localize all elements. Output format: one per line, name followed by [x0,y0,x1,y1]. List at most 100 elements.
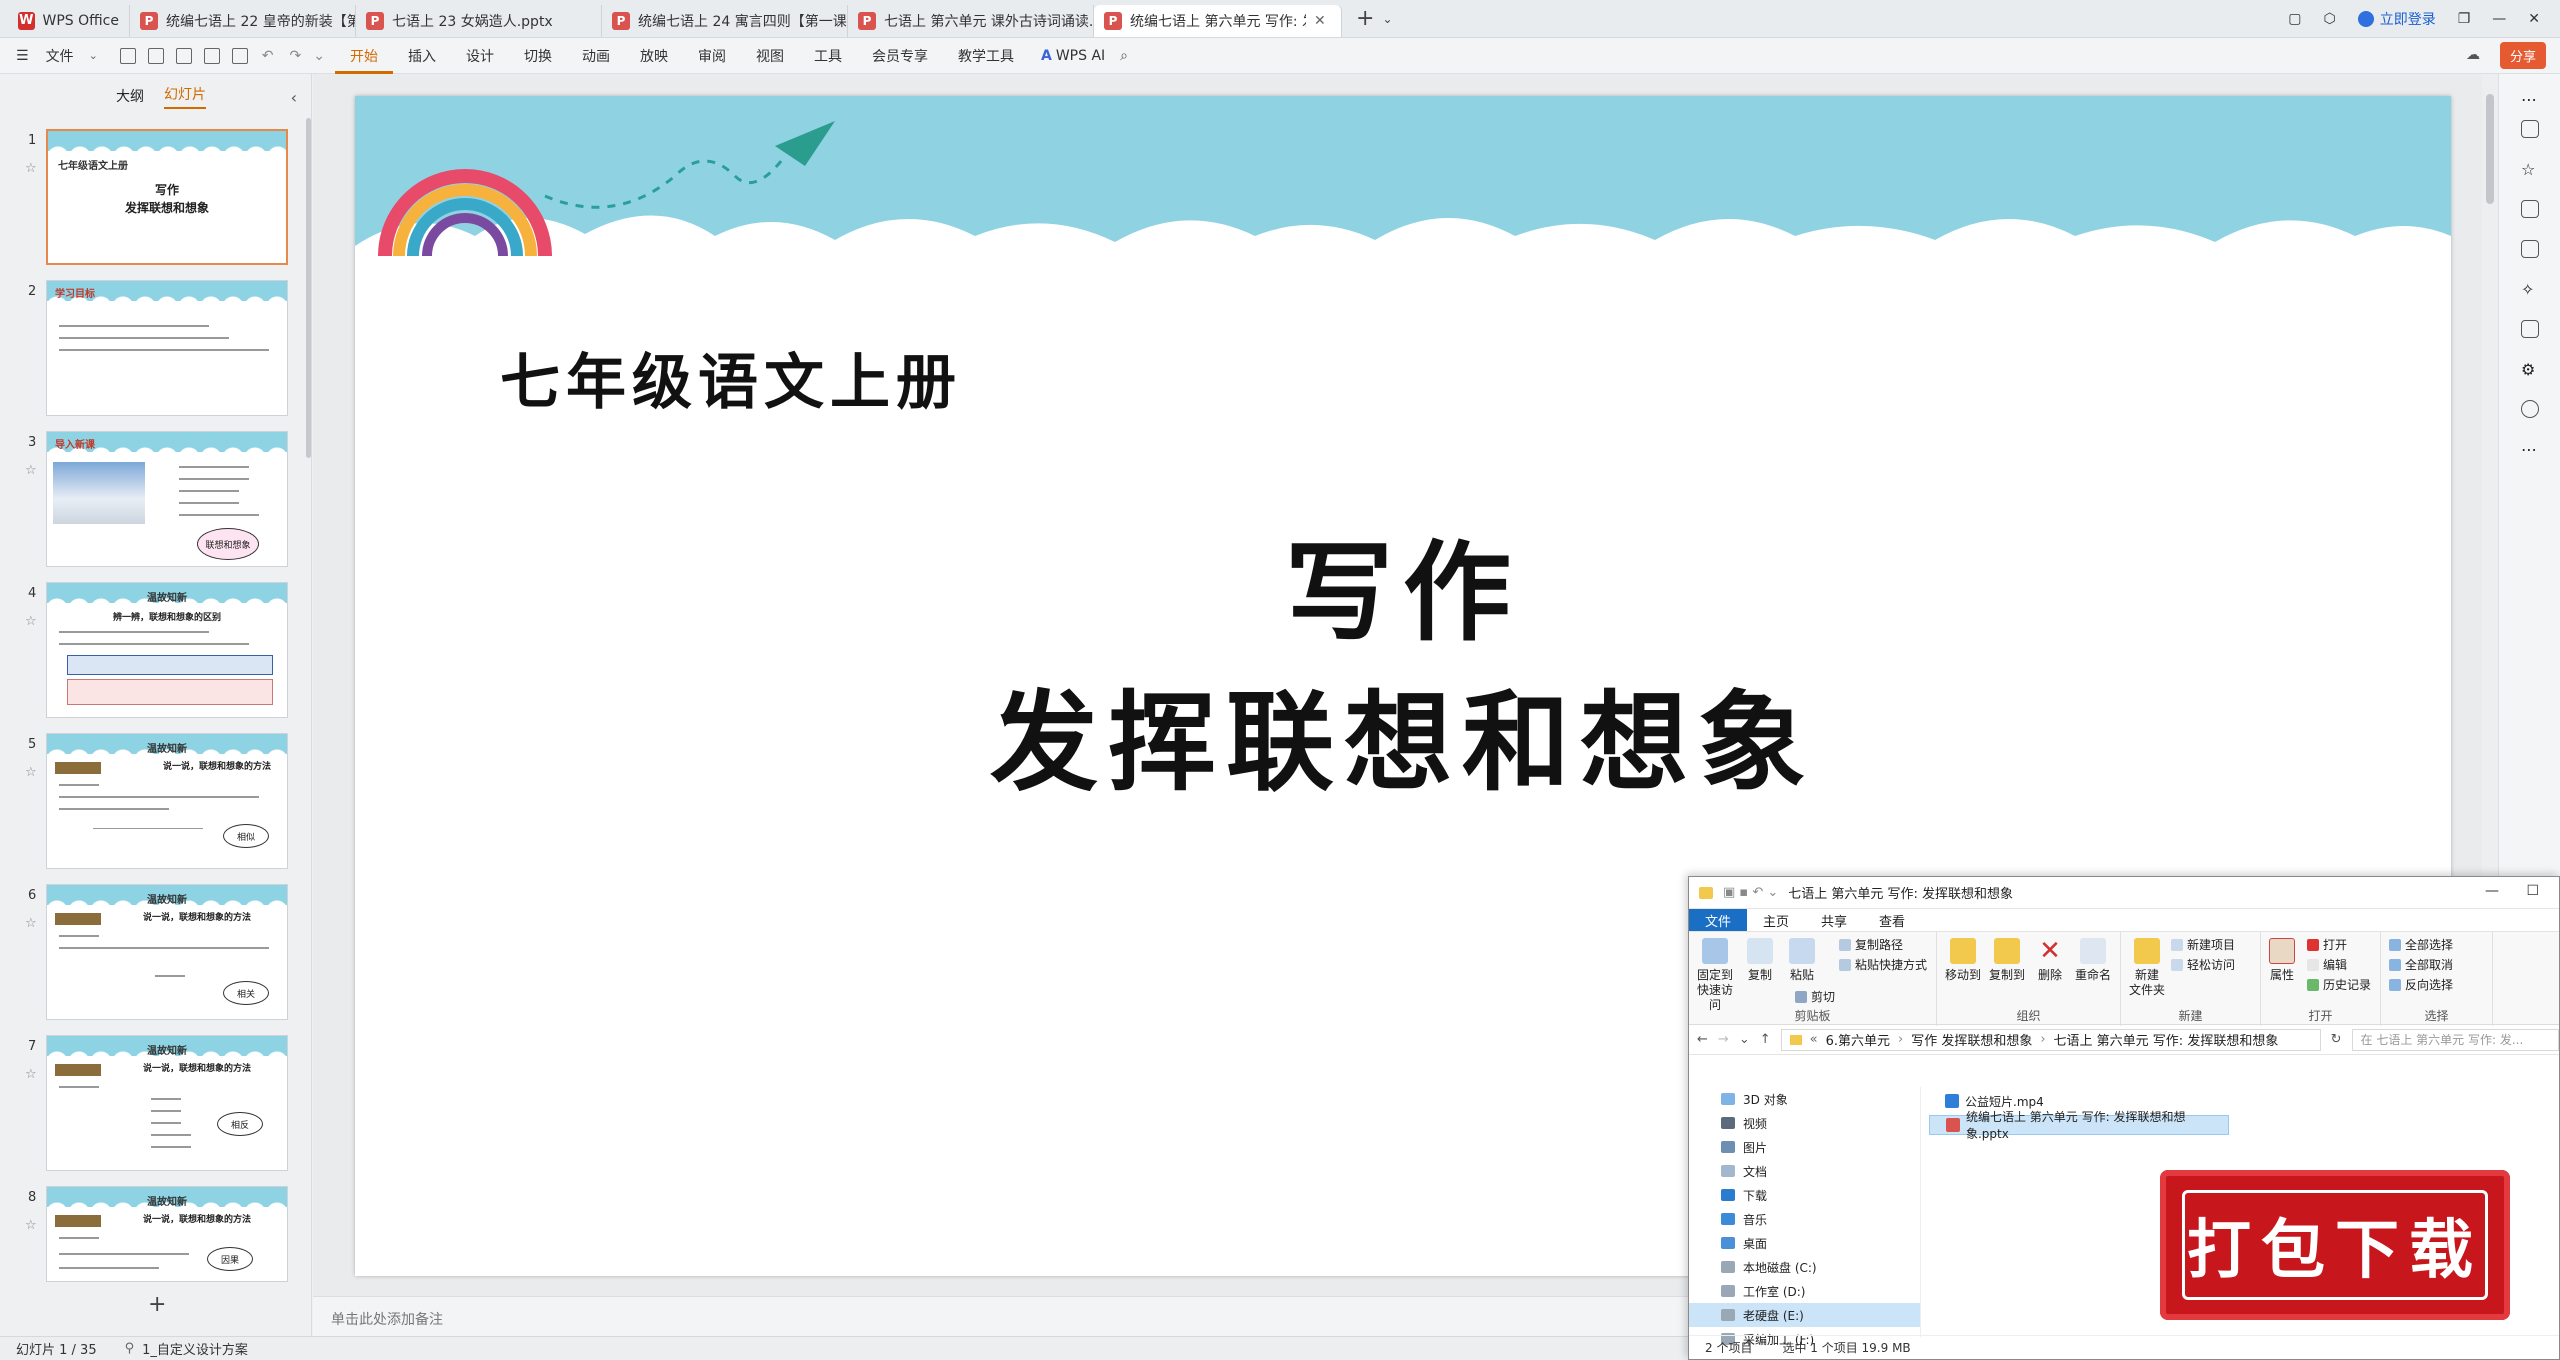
nav-item[interactable]: 音乐 [1689,1207,1920,1231]
nav-item[interactable]: 3D 对象 [1689,1087,1920,1111]
ribbon-tab-insert[interactable]: 插入 [393,46,451,66]
star-icon[interactable]: ☆ [25,1067,37,1082]
star-favorite-icon[interactable]: ☆ [2521,160,2539,179]
redo-icon[interactable]: ↷ [290,48,302,64]
edit-button[interactable]: 编辑 [2307,956,2347,973]
slide-thumbnail[interactable]: 5 ☆ 温故知新 说一说，联想和想象的方法 相似 [0,733,312,873]
star-icon[interactable]: ☆ [25,1218,37,1233]
slide-thumbnail[interactable]: 3 ☆ 导入新课 联想和想象 [0,431,312,571]
copy-button[interactable]: 复制 [1747,938,1773,983]
undo-icon[interactable]: ↶ [262,48,274,64]
slide-thumbnail[interactable]: 1 ☆ 七年级语文上册 写作 发挥联想和想象 [0,129,312,269]
slide-thumbnail[interactable]: 7 ☆ 温故知新 说一说，联想和想象的方法 相反 [0,1035,312,1175]
recent-chevron-icon[interactable]: ⌄ [1739,1032,1750,1047]
add-slide-button[interactable]: + [148,1292,166,1317]
slide-thumbnail[interactable]: 2 学习目标 [0,280,312,420]
maximize-icon[interactable]: ☐ [2526,883,2539,899]
move-to-button[interactable]: 移动到 [1945,938,1981,983]
star-icon[interactable]: ☆ [25,916,37,931]
minimize-icon[interactable]: — [2485,883,2499,899]
find-icon[interactable] [231,47,248,64]
magic-wand-icon[interactable]: ✧ [2521,280,2539,299]
ribbon-tab-view[interactable]: 视图 [741,46,799,66]
tab-wps-office[interactable]: W WPS Office [0,4,130,37]
up-arrow-icon[interactable]: ↑ [1760,1032,1771,1047]
menu-icon[interactable]: ☰ [0,48,44,64]
quick-access-chevron-icon[interactable]: ⌄ [313,48,325,64]
layout-icon[interactable]: ▢ [2288,11,2301,27]
minimize-window-icon[interactable]: — [2492,11,2506,27]
paste-shortcut-button[interactable]: 粘贴快捷方式 [1839,956,1927,973]
image-icon[interactable] [2521,240,2539,258]
delete-button[interactable]: ✕ 删除 [2037,938,2063,983]
select-all-button[interactable]: 全部选择 [2389,936,2453,953]
tab-document[interactable]: P 七语上 23 女娲造人.pptx [356,4,602,37]
ribbon-tab-member[interactable]: 会员专享 [857,46,943,66]
open-button[interactable]: 打开 [2307,936,2347,953]
wps-ai-button[interactable]: WPS AI [1052,48,1120,64]
new-item-button[interactable]: 新建项目 [2171,936,2235,953]
file-menu[interactable]: 文件 [44,46,89,66]
breadcrumb-item[interactable]: 七语上 第六单元 写作: 发挥联想和想象 [2054,1030,2279,1049]
star-icon[interactable]: ☆ [25,614,37,629]
help-icon[interactable] [2521,400,2539,418]
invert-selection-button[interactable]: 反向选择 [2389,976,2453,993]
close-tab-icon[interactable]: ✕ [1314,13,1326,29]
slide-subject-text[interactable]: 七年级语文上册 [500,334,962,421]
properties-button[interactable]: 属性 [2269,938,2295,983]
cloud-sync-icon[interactable]: ☁ [2466,47,2480,63]
print-icon[interactable] [175,47,192,64]
ribbon-tab-review[interactable]: 审阅 [683,46,741,66]
new-folder-button[interactable]: 新建 文件夹 [2129,938,2165,998]
copy-layout-icon[interactable] [2521,200,2539,218]
tab-list-chevron-icon[interactable]: ⌄ [1382,12,1392,26]
slide-title-line2[interactable]: 发挥联想和想象 [355,656,2451,812]
search-icon[interactable]: ⌕ [1120,48,1128,64]
tab-slides[interactable]: 幻灯片 [164,84,206,109]
copy-path-button[interactable]: 复制路径 [1839,936,1903,953]
tab-file[interactable]: 文件 [1689,908,1748,932]
star-icon[interactable]: ☆ [25,463,37,478]
tab-outline[interactable]: 大纲 [116,86,144,106]
property-icon[interactable] [2521,120,2539,138]
refresh-icon[interactable]: ↻ [2331,1032,2342,1047]
breadcrumb-overflow-icon[interactable]: « [1810,1032,1818,1047]
ribbon-tab-slideshow[interactable]: 放映 [625,46,683,66]
nav-item[interactable]: 老硬盘 (E:) [1689,1303,1920,1327]
easy-access-button[interactable]: 轻松访问 [2171,956,2235,973]
tab-share[interactable]: 共享 [1805,909,1863,932]
star-icon[interactable]: ☆ [25,765,37,780]
nav-item[interactable]: 桌面 [1689,1231,1920,1255]
nav-item[interactable]: 文档 [1689,1159,1920,1183]
breadcrumb-item[interactable]: 写作 发挥联想和想象 [1911,1030,2032,1049]
ribbon-tab-tools[interactable]: 工具 [799,46,857,66]
explorer-search-input[interactable]: 在 七语上 第六单元 写作: 发... [2351,1028,2559,1051]
slide-title-line1[interactable]: 写作 [355,506,2451,662]
theme-name[interactable]: 1_自定义设计方案 [142,1339,248,1358]
book-icon[interactable] [2521,320,2539,338]
ribbon-tab-home[interactable]: 开始 [334,38,393,74]
share-button[interactable]: 分享 [2499,42,2546,69]
forward-arrow-icon[interactable]: → [1718,1032,1729,1047]
save-icon[interactable] [119,47,136,64]
paste-button[interactable]: 粘贴 [1789,938,1815,983]
tab-view[interactable]: 查看 [1863,909,1921,932]
download-stamp-button[interactable]: 打包下载 [2160,1170,2510,1320]
nav-item[interactable]: 工作室 (D:) [1689,1279,1920,1303]
ribbon-tab-animation[interactable]: 动画 [567,46,625,66]
close-window-icon[interactable]: ✕ [2528,11,2540,27]
chevron-down-icon[interactable]: ⌄ [89,49,98,62]
restore-window-icon[interactable]: ❐ [2458,11,2471,27]
rename-button[interactable]: 重命名 [2075,938,2111,983]
new-tab-plus-icon[interactable]: + [1356,6,1374,31]
cube-icon[interactable]: ⬡ [2323,11,2335,27]
tab-document[interactable]: P 七语上 第六单元 课外古诗词诵读.pptx [848,4,1094,37]
export-icon[interactable] [147,47,164,64]
collapse-panel-icon[interactable]: ‹ [291,88,297,107]
more-options-icon[interactable]: ⋯ [2521,90,2539,109]
ribbon-tab-transition[interactable]: 切换 [509,46,567,66]
breadcrumb-item[interactable]: 6.第六单元 [1826,1030,1890,1049]
slide-thumbnail[interactable]: 4 ☆ 温故知新 辨一辨，联想和想象的区别 [0,582,312,722]
nav-item[interactable]: 视频 [1689,1111,1920,1135]
nav-item[interactable]: 图片 [1689,1135,1920,1159]
